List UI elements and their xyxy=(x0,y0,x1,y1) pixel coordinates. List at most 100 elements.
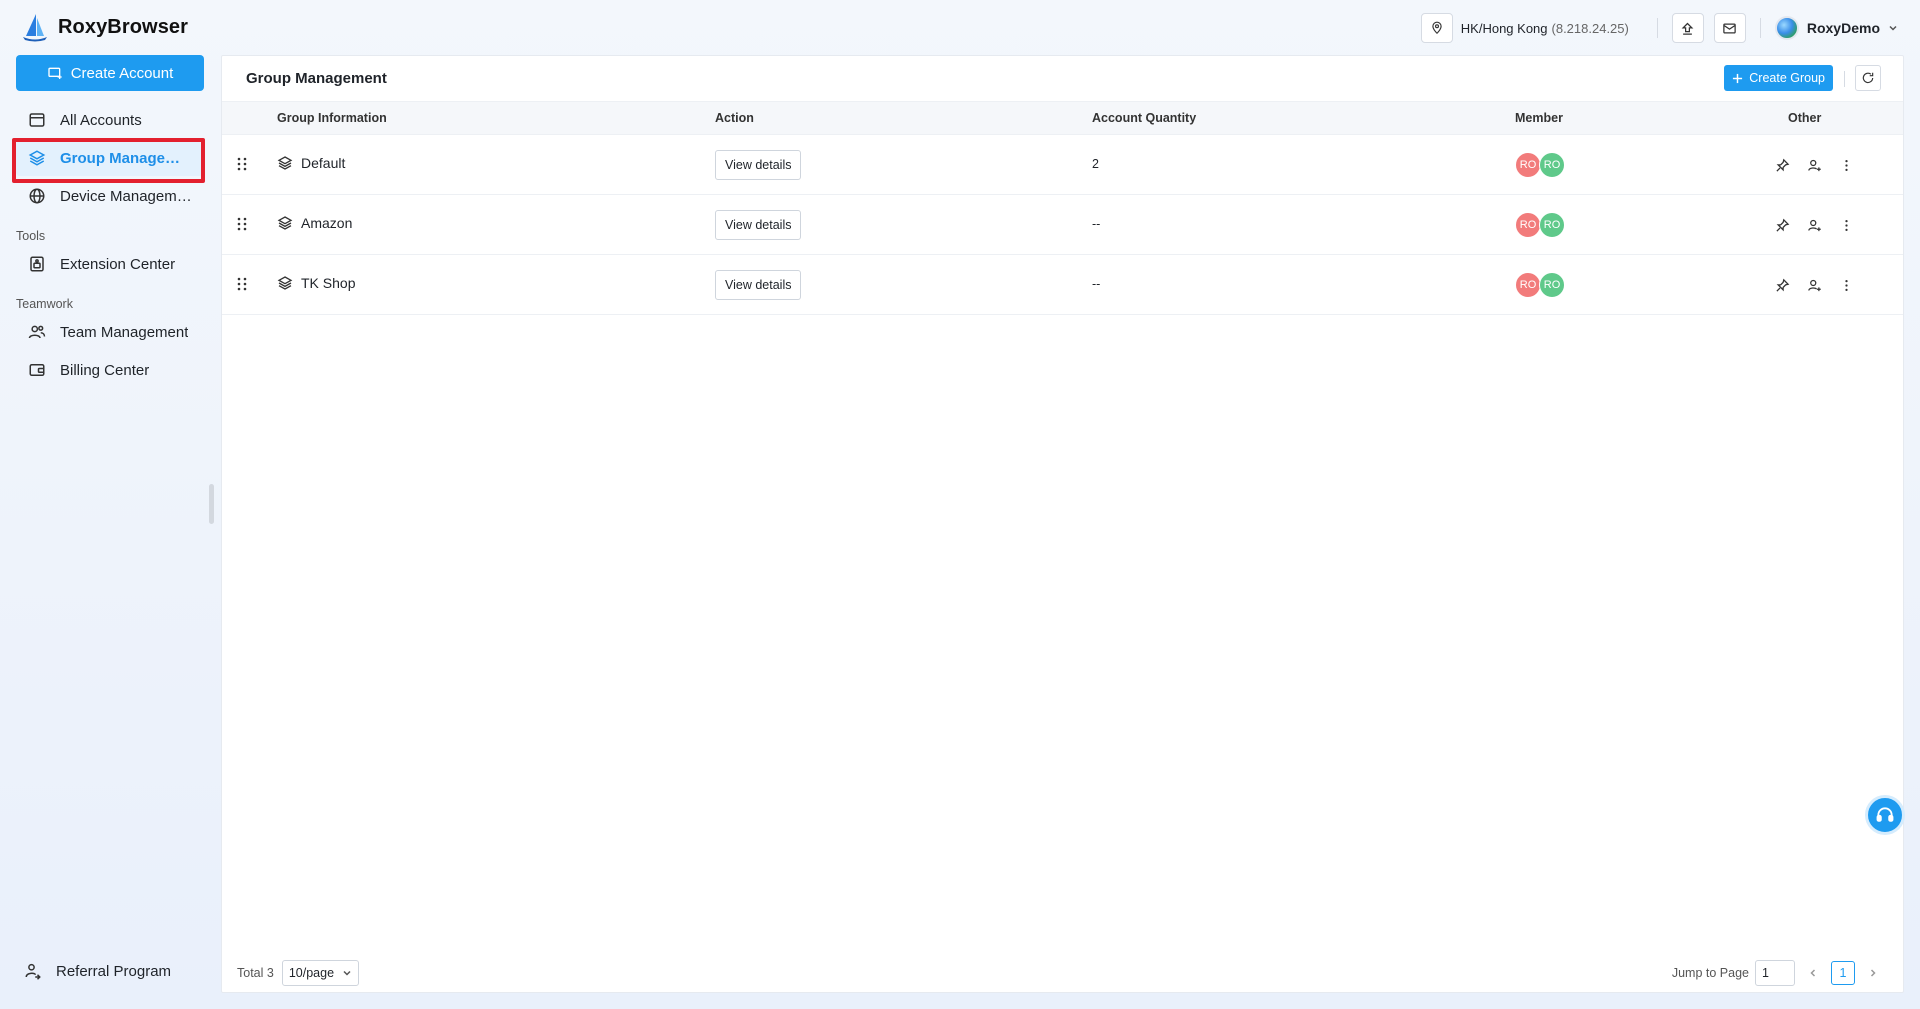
proxy-location[interactable]: HK/Hong Kong (8.218.24.25) xyxy=(1420,13,1629,43)
group-info: Amazon xyxy=(277,215,352,231)
sidebar-item-all-accounts[interactable]: All Accounts xyxy=(16,102,204,138)
sidebar-resize-handle[interactable] xyxy=(209,484,214,524)
pagination-summary: Total 3 10/page xyxy=(237,960,360,986)
avatar[interactable]: RO xyxy=(1539,212,1565,238)
view-details-button[interactable]: View details xyxy=(715,210,802,240)
divider xyxy=(1844,71,1845,87)
sidebar-item-label: All Accounts xyxy=(60,111,142,129)
top-bar: RoxyBrowser HK/Hong Kong (8.218.24.25) Ro… xyxy=(0,0,1920,55)
main-panel: Group Management Create Group Group Info… xyxy=(221,55,1904,993)
sidebar-item-device-management[interactable]: Device Management xyxy=(16,178,204,214)
refresh-button[interactable] xyxy=(1855,65,1881,91)
account-quantity: -- xyxy=(1092,217,1101,231)
create-account-icon xyxy=(48,67,62,79)
table-row: TK Shop View details -- RO RO xyxy=(222,255,1903,315)
avatar[interactable]: RO xyxy=(1539,272,1565,298)
drag-handle-icon[interactable] xyxy=(236,217,248,231)
headset-icon xyxy=(1876,807,1894,822)
add-member-icon[interactable] xyxy=(1805,276,1823,294)
sidebar-item-group-management[interactable]: Group Management xyxy=(16,140,204,176)
create-group-button[interactable]: Create Group xyxy=(1724,65,1833,91)
section-label-teamwork: Teamwork xyxy=(16,297,73,311)
brand[interactable]: RoxyBrowser xyxy=(20,12,188,42)
plus-icon xyxy=(1733,73,1743,83)
roxy-logo-icon xyxy=(23,14,47,42)
page-size-select[interactable]: 10/page xyxy=(281,960,360,986)
total-count: Total 3 xyxy=(237,966,274,980)
create-account-button[interactable]: Create Account xyxy=(16,55,204,91)
wallet-icon xyxy=(29,364,45,376)
sidebar-item-label: Group Management xyxy=(60,149,192,167)
pin-icon[interactable] xyxy=(1773,156,1791,174)
group-name: Default xyxy=(301,155,346,171)
more-vertical-icon[interactable] xyxy=(1837,216,1855,234)
add-member-icon[interactable] xyxy=(1805,156,1823,174)
team-icon xyxy=(28,325,46,339)
row-actions xyxy=(1773,276,1855,294)
refresh-icon xyxy=(1862,72,1874,84)
pin-icon[interactable] xyxy=(1773,276,1791,294)
upload-icon xyxy=(1681,22,1694,35)
column-header: Member xyxy=(1515,111,1563,125)
support-chat-button[interactable] xyxy=(1865,795,1905,835)
column-header: Action xyxy=(715,111,754,125)
layers-icon xyxy=(28,150,46,166)
sidebar-item-billing-center[interactable]: Billing Center xyxy=(16,352,204,388)
messages-button[interactable] xyxy=(1713,13,1746,43)
avatar[interactable]: RO xyxy=(1515,272,1541,298)
table-header: Group Information Action Account Quantit… xyxy=(222,101,1903,135)
sidebar-item-label: Team Management xyxy=(60,323,189,341)
column-header: Account Quantity xyxy=(1092,111,1197,125)
chevron-down-icon xyxy=(1889,25,1897,31)
layers-icon xyxy=(277,156,293,170)
column-header: Group Information xyxy=(277,111,387,125)
sidebar-item-team-management[interactable]: Team Management xyxy=(16,314,204,350)
location-pin-icon xyxy=(1420,13,1453,43)
view-details-button[interactable]: View details xyxy=(715,150,802,180)
user-menu[interactable]: RoxyDemo xyxy=(1774,16,1898,40)
location-text: HK/Hong Kong xyxy=(1460,21,1548,36)
upload-button[interactable] xyxy=(1671,13,1704,43)
create-group-label: Create Group xyxy=(1749,71,1825,85)
divider xyxy=(1656,18,1658,38)
page-size-value: 10/page xyxy=(288,966,335,980)
more-vertical-icon[interactable] xyxy=(1837,156,1855,174)
add-member-icon[interactable] xyxy=(1805,216,1823,234)
drag-handle-icon[interactable] xyxy=(236,277,248,291)
avatar[interactable]: RO xyxy=(1515,212,1541,238)
referral-program-link[interactable]: Referral Program xyxy=(24,962,171,980)
jump-to-page-input[interactable] xyxy=(1755,960,1795,986)
table-row: Default View details 2 RO RO xyxy=(222,135,1903,195)
chevron-left-icon xyxy=(1810,969,1816,977)
pin-icon[interactable] xyxy=(1773,216,1791,234)
extension-icon xyxy=(30,256,44,272)
avatar[interactable]: RO xyxy=(1515,152,1541,178)
column-header: Other xyxy=(1788,111,1822,125)
user-avatar xyxy=(1774,16,1799,40)
sidebar-item-label: Device Management xyxy=(60,187,192,205)
chevron-right-icon xyxy=(1870,969,1876,977)
chevron-down-icon xyxy=(343,970,351,976)
row-actions xyxy=(1773,156,1855,174)
divider xyxy=(1759,18,1761,38)
location-ip: (8.218.24.25) xyxy=(1551,21,1629,36)
sidebar-item-extension-center[interactable]: Extension Center xyxy=(16,246,204,282)
account-quantity: -- xyxy=(1092,277,1101,291)
group-name: TK Shop xyxy=(301,275,356,291)
sidebar: Create Account All Accounts Group Manage… xyxy=(0,55,216,1009)
page-number[interactable]: 1 xyxy=(1831,961,1855,985)
more-vertical-icon[interactable] xyxy=(1837,276,1855,294)
top-right-controls: HK/Hong Kong (8.218.24.25) RoxyDemo xyxy=(1420,12,1898,44)
layers-icon xyxy=(277,216,293,230)
view-details-button[interactable]: View details xyxy=(715,270,802,300)
jump-label: Jump to Page xyxy=(1671,966,1749,980)
next-page-button[interactable] xyxy=(1861,960,1885,986)
member-avatars: RO RO xyxy=(1515,212,1565,238)
app-name: RoxyBrowser xyxy=(58,15,189,38)
account-quantity: 2 xyxy=(1092,157,1099,171)
prev-page-button[interactable] xyxy=(1801,960,1825,986)
avatar[interactable]: RO xyxy=(1539,152,1565,178)
group-info: Default xyxy=(277,155,345,171)
referral-label: Referral Program xyxy=(56,962,172,980)
drag-handle-icon[interactable] xyxy=(236,157,248,171)
